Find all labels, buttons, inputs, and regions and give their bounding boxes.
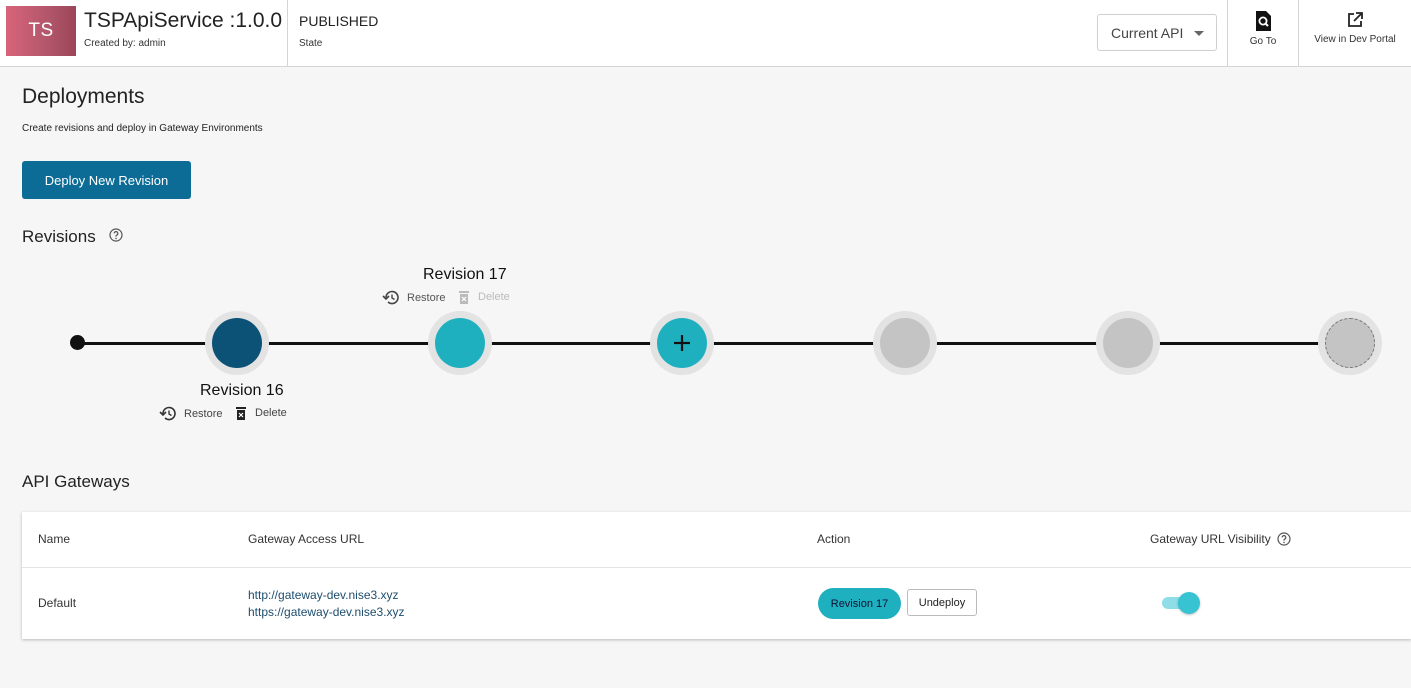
column-header-url: Gateway Access URL xyxy=(248,532,365,546)
api-state-label: State xyxy=(299,38,323,49)
revision-node-16[interactable] xyxy=(205,311,269,375)
deployed-revision-chip: Revision 17 xyxy=(818,588,901,619)
restore-label: Restore xyxy=(407,291,446,304)
chevron-down-icon xyxy=(1194,31,1204,36)
column-header-name: Name xyxy=(38,532,71,546)
current-api-dropdown[interactable]: Current API xyxy=(1097,14,1217,51)
undeploy-button[interactable]: Undeploy xyxy=(907,589,977,616)
gateway-http-url-link[interactable]: http://gateway-dev.nise3.xyz xyxy=(248,588,399,602)
deploy-new-revision-button[interactable]: Deploy New Revision xyxy=(22,161,191,199)
empty-revision-slot xyxy=(873,311,937,375)
add-revision-node[interactable] xyxy=(650,311,714,375)
revision-node-fill xyxy=(212,318,262,368)
restore-icon xyxy=(382,290,399,305)
empty-revision-slot xyxy=(1096,311,1160,375)
delete-label: Delete xyxy=(255,407,287,419)
delete-label: Delete xyxy=(478,291,510,303)
view-dev-portal-button[interactable]: View in Dev Portal xyxy=(1299,0,1411,66)
goto-button[interactable]: Go To xyxy=(1228,0,1298,66)
plus-icon xyxy=(674,335,690,351)
deployments-description: Create revisions and deploy in Gateway E… xyxy=(22,123,263,134)
gateway-url-visibility-toggle[interactable] xyxy=(1162,592,1200,614)
dev-portal-label: View in Dev Portal xyxy=(1314,34,1396,45)
restore-label: Restore xyxy=(184,407,223,420)
header-divider xyxy=(287,0,288,66)
add-revision-fill xyxy=(657,318,707,368)
restore-icon xyxy=(159,406,176,421)
top-header: TS TSPApiService :1.0.0 Created by: admi… xyxy=(0,0,1411,67)
gateways-table: Name Gateway Access URL Action Gateway U… xyxy=(22,512,1411,639)
api-gateways-title: API Gateways xyxy=(22,472,130,491)
goto-label: Go To xyxy=(1249,36,1277,47)
empty-revision-slot-dashed xyxy=(1318,311,1382,375)
revision-name: Revision 17 xyxy=(423,266,507,283)
gateway-name: Default xyxy=(38,596,77,610)
restore-revision-button[interactable]: Restore xyxy=(382,290,446,305)
help-icon[interactable] xyxy=(109,228,123,242)
delete-icon xyxy=(459,291,469,304)
api-avatar: TS xyxy=(6,6,76,56)
revision-node-17[interactable] xyxy=(428,311,492,375)
api-title: TSPApiService :1.0.0 xyxy=(84,9,283,32)
external-link-icon xyxy=(1348,12,1363,27)
table-header: Name Gateway Access URL Action Gateway U… xyxy=(22,512,1411,568)
delete-icon xyxy=(236,407,246,420)
revision-name: Revision 16 xyxy=(200,382,284,399)
current-api-label: Current API xyxy=(1111,24,1184,41)
timeline-start-dot xyxy=(70,335,85,350)
deployments-title: Deployments xyxy=(22,85,145,108)
delete-revision-button[interactable]: Delete xyxy=(458,290,510,304)
revisions-title: Revisions xyxy=(22,227,96,246)
created-by: Created by: admin xyxy=(84,38,166,49)
revision-node-fill xyxy=(435,318,485,368)
delete-revision-button[interactable]: Delete xyxy=(235,406,287,420)
column-header-visibility: Gateway URL Visibility xyxy=(1150,532,1271,546)
search-document-icon xyxy=(1256,11,1271,31)
restore-revision-button[interactable]: Restore xyxy=(159,406,223,421)
help-icon[interactable] xyxy=(1277,532,1291,546)
toggle-thumb xyxy=(1178,592,1200,614)
api-state-value: PUBLISHED xyxy=(299,13,379,29)
gateway-https-url-link[interactable]: https://gateway-dev.nise3.xyz xyxy=(248,605,405,619)
column-header-action: Action xyxy=(817,532,851,546)
